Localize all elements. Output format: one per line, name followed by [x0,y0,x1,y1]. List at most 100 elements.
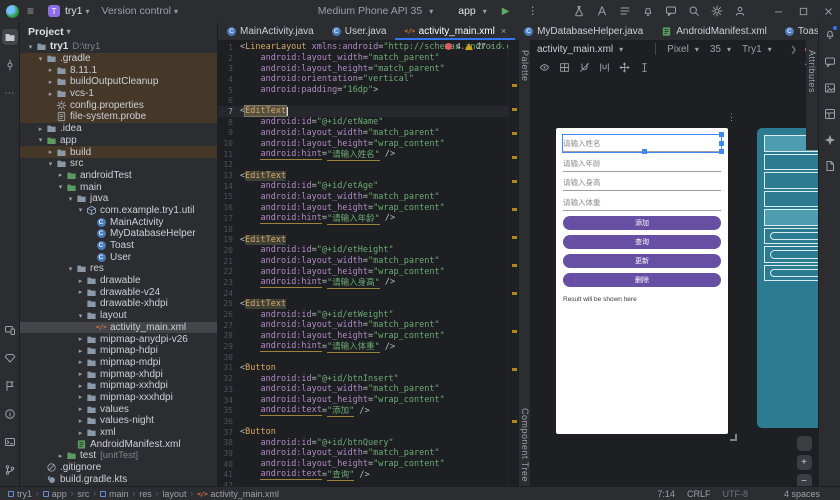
tree-item-mipmap-mdpi[interactable]: ▸mipmap-mdpi [20,357,217,369]
prev-issue-icon[interactable]: ˄ [490,42,495,51]
version-control-icon-button[interactable] [2,462,18,478]
blueprint-widget[interactable] [764,209,818,226]
blueprint-widget[interactable] [764,228,818,245]
tree-item--idea[interactable]: ▸.idea [20,123,217,135]
feedback-icon[interactable] [665,5,677,17]
project-icon-button[interactable] [2,29,18,45]
warning-stripe-mark[interactable] [512,108,517,111]
chevron-down-icon[interactable]: ▾ [36,55,45,63]
magnet-off-icon[interactable] [579,62,590,73]
breadcrumb-item[interactable]: </>activity_main.xml [197,489,279,499]
preview-button-2[interactable]: 查询 [563,235,721,249]
chevron-right-icon[interactable]: ▸ [76,277,85,285]
tree-item-xml[interactable]: ▸xml [20,427,217,439]
preview-device-selector[interactable]: Pixel ▾ [664,44,699,55]
rename-icon[interactable] [596,5,608,17]
editor-scrollbar-stripe[interactable] [508,40,519,486]
pan-icon[interactable] [619,62,630,73]
breadcrumb-item[interactable]: res [139,489,152,499]
preview-menu-icon[interactable]: ⋮ [727,112,736,123]
blueprint-widget[interactable] [764,191,818,208]
chevron-down-icon[interactable]: ▾ [36,136,45,144]
breadcrumb[interactable]: try1›app›src›main›res›layout›</>activity… [8,489,279,499]
tree-item-values-night[interactable]: ▸values-night [20,415,217,427]
file-encoding[interactable]: UTF-8 [722,489,748,499]
tab-mainactivity-java[interactable]: CMainActivity.java [218,22,323,40]
more-icon-button[interactable]: ⋯ [2,85,18,101]
tab-androidmanifest-xml[interactable]: AndroidManifest.xml [652,22,776,40]
device-selector[interactable]: Medium Phone API 35 ▾ [308,1,440,21]
warning-stripe-mark[interactable] [512,84,517,87]
preview-button-1[interactable]: 添加 [563,216,721,230]
breadcrumb-item[interactable]: app [43,489,67,499]
chevron-right-icon[interactable]: ▸ [46,66,55,74]
gemini-icon-button[interactable] [822,54,838,70]
chevron-right-icon[interactable]: ▸ [76,417,85,425]
breadcrumb-item[interactable]: try1 [8,489,32,499]
assistant-icon-button[interactable] [822,132,838,148]
breadcrumb-item[interactable]: main [100,489,129,499]
tree-item-mipmap-xxxhdpi[interactable]: ▸mipmap-xxxhdpi [20,392,217,404]
breadcrumb-item[interactable]: layout [162,489,186,499]
tree-item-config-properties[interactable]: config.properties [20,99,217,111]
selection-handle[interactable] [642,149,647,154]
chevron-down-icon[interactable]: ▾ [76,312,85,320]
tree-item-layout[interactable]: ▾layout [20,310,217,322]
project-selector[interactable]: T try1 ▾ [42,1,96,21]
theme-selector[interactable]: Try1 ▾ [739,44,772,55]
chevron-right-icon[interactable]: ▸ [76,382,85,390]
code-editor[interactable]: 1<LinearLayout xmlns:android="http://sch… [218,40,508,486]
chevron-right-icon[interactable]: ▸ [76,429,85,437]
warning-stripe-mark[interactable] [512,236,517,239]
tree-item-test[interactable]: ▸test[unitTest] [20,450,217,462]
wrap-icon[interactable] [599,62,610,73]
chevron-right-icon[interactable]: ▸ [76,288,85,296]
profile-icon[interactable] [734,5,746,17]
design-surface[interactable]: ⋮ 请输入姓名请输入年龄请输入身高请输入体重 添加查询更新删除 Result w… [531,76,818,486]
chevron-right-icon[interactable]: ▸ [76,393,85,401]
tree-item-src[interactable]: ▾src [20,158,217,170]
tree-item-androidmanifest-xml[interactable]: AndroidManifest.xml [20,438,217,450]
project-panel-header[interactable]: Project ▾ [20,22,217,41]
tree-item-buildoutputcleanup[interactable]: ▸buildOutputCleanup [20,76,217,88]
preview-edittext-1[interactable]: 请输入姓名 [563,135,721,152]
preview-edittext-2[interactable]: 请输入年龄 [563,155,721,172]
blueprint-widget[interactable] [764,154,818,171]
design-file-selector[interactable]: activity_main.xml ▾ [537,44,623,55]
preview-button-4[interactable]: 删除 [563,273,721,287]
running-devices-icon-button[interactable] [2,322,18,338]
bookmarks-icon-button[interactable] [2,378,18,394]
tree-item-values[interactable]: ▸values [20,403,217,415]
tree-item-build-gradle-kts[interactable]: build.gradle.kts [20,473,217,485]
tree-item-vcs-1[interactable]: ▸vcs-1 [20,88,217,100]
tree-item-toast[interactable]: CToast [20,240,217,252]
tree-item-com-example-try1-util[interactable]: ▾com.example.try1.util [20,205,217,217]
api-level-selector[interactable]: 35 ▾ [707,44,731,55]
preview-button-3[interactable]: 更新 [563,254,721,268]
chevron-right-icon[interactable]: ▸ [76,347,85,355]
blueprint-view[interactable] [757,128,818,428]
next-issue-icon[interactable]: ˅ [498,42,503,51]
terminal-icon-button[interactable] [2,434,18,450]
app-insights-icon-button[interactable] [2,350,18,366]
tree-item-mipmap-anydpi-v26[interactable]: ▸mipmap-anydpi-v26 [20,333,217,345]
tree-item-res[interactable]: ▾res [20,263,217,275]
settings-icon[interactable] [711,5,723,17]
selection-handle[interactable] [719,149,724,154]
search-icon[interactable] [688,5,700,17]
tree-item-8-11-1[interactable]: ▸8.11.1 [20,64,217,76]
chevron-down-icon[interactable]: ▾ [66,265,75,273]
grid-icon[interactable] [559,62,570,73]
warning-stripe-mark[interactable] [512,264,517,267]
chevron-right-icon[interactable]: ▸ [56,452,65,460]
zoom-in-button[interactable]: + [797,455,812,470]
chevron-down-icon[interactable]: ▾ [26,43,35,51]
tree-item-try1[interactable]: ▾try1D:\try1 [20,41,217,53]
resource-manager-icon-button[interactable] [822,80,838,96]
warning-stripe-mark[interactable] [512,208,517,211]
chevron-right-icon[interactable]: ▸ [76,358,85,366]
tree-item-drawable[interactable]: ▸drawable [20,275,217,287]
chevron-right-icon[interactable]: ▸ [76,405,85,413]
tree-item-mipmap-xhdpi[interactable]: ▸mipmap-xhdpi [20,368,217,380]
tree-item-build[interactable]: ▸build [20,146,217,158]
